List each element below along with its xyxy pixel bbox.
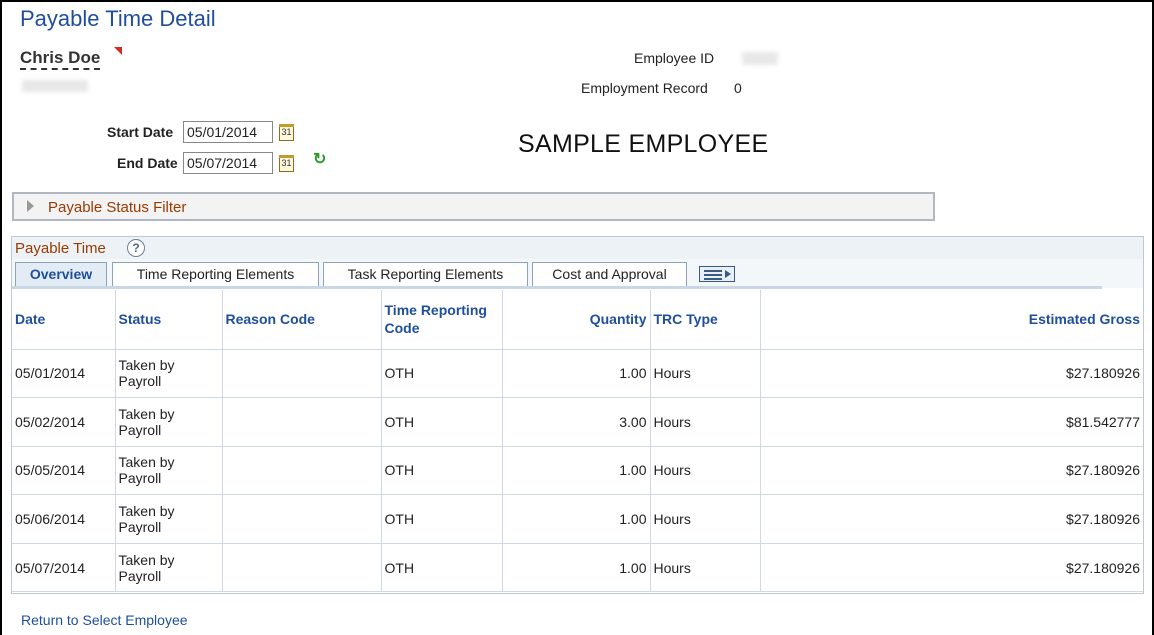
grid-icon-arrow (725, 270, 731, 278)
expand-arrow-icon[interactable] (27, 200, 34, 212)
tab-task-reporting-elements[interactable]: Task Reporting Elements (323, 262, 528, 286)
page-title: Payable Time Detail (20, 6, 216, 31)
cell-reason-code (222, 494, 382, 544)
table-row: 05/01/2014 Taken by Payroll OTH 1.00 Hou… (12, 349, 1143, 399)
cell-reason-code (222, 397, 382, 447)
cell-quantity: 1.00 (502, 543, 651, 593)
help-icon[interactable]: ? (127, 239, 145, 257)
start-date-input[interactable]: 05/01/2014 (183, 121, 273, 143)
tab-cost-and-approval[interactable]: Cost and Approval (532, 262, 687, 286)
end-date-label: End Date (117, 155, 178, 171)
grid-icon-bar (704, 274, 722, 276)
cell-estimated-gross: $81.542777 (760, 397, 1143, 447)
tab-time-reporting-elements[interactable]: Time Reporting Elements (112, 262, 319, 286)
related-content-indicator (114, 47, 122, 55)
column-header-estimated-gross[interactable]: Estimated Gross (760, 290, 1143, 350)
cell-status: Taken by Payroll (115, 397, 223, 447)
payable-status-filter-section[interactable]: Payable Status Filter (12, 192, 935, 221)
cell-status: Taken by Payroll (115, 494, 223, 544)
employee-name-link[interactable]: Chris Doe (20, 48, 101, 70)
cell-trc: OTH (381, 543, 503, 593)
cell-trc-type: Hours (650, 397, 761, 447)
cell-estimated-gross: $27.180926 (760, 446, 1143, 496)
grid-header: Payable Time ? (12, 237, 1143, 259)
grid-icon-bar (704, 278, 722, 280)
grid-title: Payable Time (15, 240, 106, 257)
grid-icon-bar (704, 270, 722, 272)
cell-quantity: 1.00 (502, 446, 651, 496)
cell-trc-type: Hours (650, 349, 761, 399)
start-date-label: Start Date (107, 124, 174, 140)
employment-record-label: Employment Record (581, 80, 708, 96)
cell-trc-type: Hours (650, 543, 761, 593)
show-all-columns-icon[interactable] (699, 266, 735, 282)
cell-reason-code (222, 543, 382, 593)
cell-date: 05/01/2014 (12, 349, 116, 399)
tab-overview[interactable]: Overview (15, 262, 107, 286)
column-header-trc-type[interactable]: TRC Type (650, 290, 761, 350)
table-row: 05/02/2014 Taken by Payroll OTH 3.00 Hou… (12, 397, 1143, 447)
employee-id-label: Employee ID (634, 50, 715, 66)
cell-status: Taken by Payroll (115, 349, 223, 399)
cell-date: 05/05/2014 (12, 446, 116, 496)
cell-trc: OTH (381, 349, 503, 399)
employment-record-value: 0 (734, 80, 742, 96)
return-to-select-employee-link[interactable]: Return to Select Employee (21, 612, 188, 628)
table-row: 05/06/2014 Taken by Payroll OTH 1.00 Hou… (12, 494, 1143, 544)
redacted-employee-id (742, 52, 778, 65)
payable-status-filter-label[interactable]: Payable Status Filter (48, 199, 186, 216)
payable-time-table: Date Status Reason Code Time Reporting C… (12, 290, 1143, 593)
cell-status: Taken by Payroll (115, 446, 223, 496)
cell-trc-type: Hours (650, 446, 761, 496)
cell-trc: OTH (381, 494, 503, 544)
cell-quantity: 1.00 (502, 494, 651, 544)
cell-estimated-gross: $27.180926 (760, 349, 1143, 399)
calendar-icon[interactable]: 31 (279, 124, 294, 141)
table-header-row: Date Status Reason Code Time Reporting C… (12, 290, 1143, 350)
redacted-employee-detail (22, 80, 88, 92)
table-row: 05/07/2014 Taken by Payroll OTH 1.00 Hou… (12, 543, 1143, 593)
column-header-time-reporting-code[interactable]: Time Reporting Code (381, 290, 503, 350)
cell-trc-type: Hours (650, 494, 761, 544)
table-row: 05/05/2014 Taken by Payroll OTH 1.00 Hou… (12, 446, 1143, 496)
sample-employee-label: SAMPLE EMPLOYEE (518, 130, 769, 158)
end-date-input[interactable]: 05/07/2014 (183, 152, 273, 174)
cell-date: 05/06/2014 (12, 494, 116, 544)
column-header-status[interactable]: Status (115, 290, 223, 350)
cell-quantity: 1.00 (502, 349, 651, 399)
payable-time-grid: Payable Time ? Overview Time Reporting E… (11, 236, 1144, 594)
cell-reason-code (222, 349, 382, 399)
refresh-icon[interactable]: ↻ (313, 149, 326, 169)
cell-trc: OTH (381, 397, 503, 447)
cell-status: Taken by Payroll (115, 543, 223, 593)
cell-trc: OTH (381, 446, 503, 496)
cell-reason-code (222, 446, 382, 496)
cell-quantity: 3.00 (502, 397, 651, 447)
cell-estimated-gross: $27.180926 (760, 543, 1143, 593)
calendar-icon[interactable]: 31 (279, 155, 294, 172)
cell-estimated-gross: $27.180926 (760, 494, 1143, 544)
cell-date: 05/02/2014 (12, 397, 116, 447)
tab-underline (12, 286, 1102, 289)
column-header-date[interactable]: Date (12, 290, 116, 350)
cell-date: 05/07/2014 (12, 543, 116, 593)
column-header-quantity[interactable]: Quantity (502, 290, 651, 350)
column-header-reason-code[interactable]: Reason Code (222, 290, 382, 350)
